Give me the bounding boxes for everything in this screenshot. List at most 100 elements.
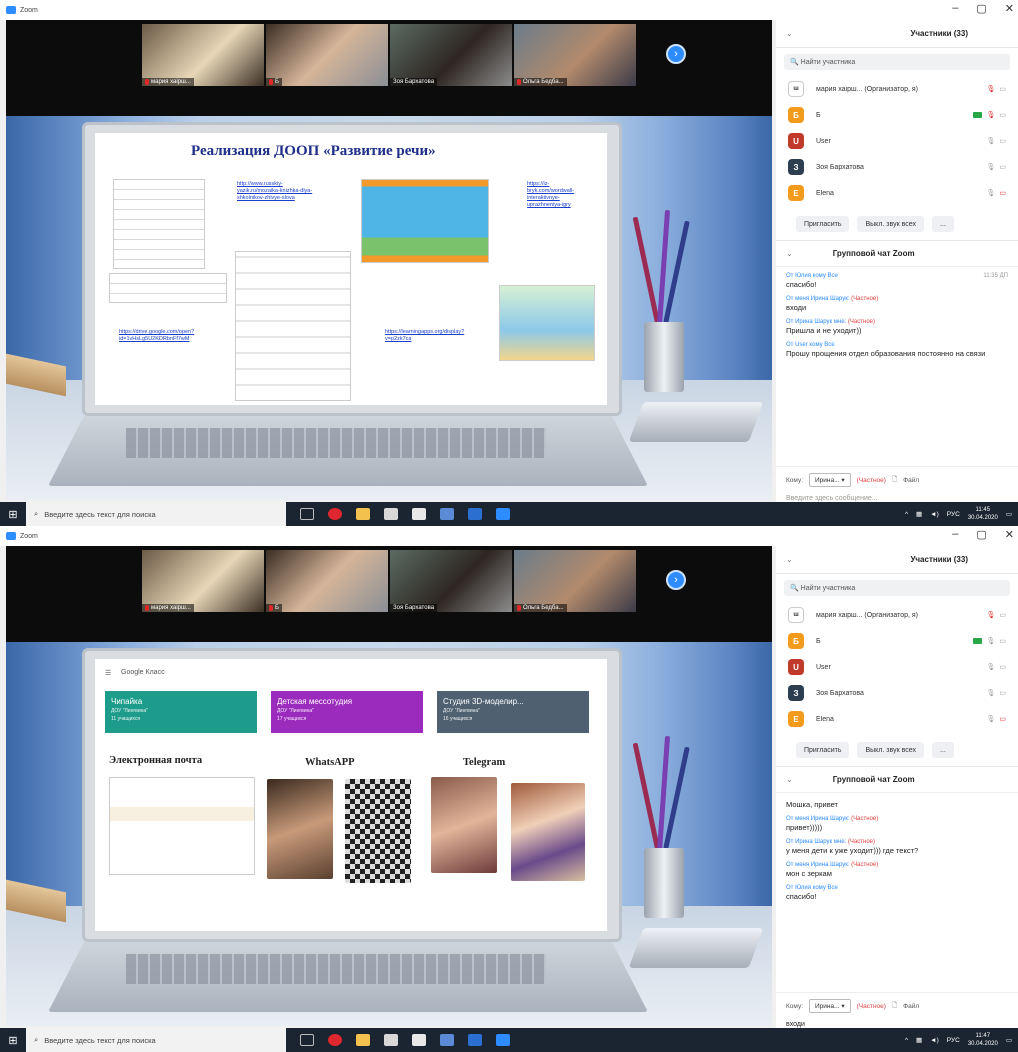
opera-icon[interactable] — [328, 508, 342, 520]
close-icon[interactable]: ✕ — [1005, 2, 1014, 15]
clock[interactable]: 11:47 30.04.2020 — [968, 1032, 998, 1048]
mic-icon[interactable]: 🎙 — [986, 163, 995, 171]
windows-start-icon[interactable]: ⊞ — [0, 1034, 26, 1047]
participant-row[interactable]: Б Б 🎙 ▭ — [776, 628, 1018, 654]
chevron-down-icon[interactable]: ⌄ — [786, 555, 793, 564]
video-tile[interactable]: Ольга Бедба... — [514, 550, 636, 612]
video-off-icon[interactable]: ▭ — [999, 715, 1006, 723]
participant-row[interactable]: ɯ мария хаірш... (Организатор, я) 🎙 ▭ — [776, 602, 1018, 628]
volume-icon[interactable]: ◄) — [930, 1037, 939, 1044]
opera-icon[interactable] — [328, 1034, 342, 1046]
video-tile[interactable]: Б — [266, 24, 388, 86]
file-icon[interactable]: 🗋 — [892, 1001, 897, 1012]
video-tile[interactable]: Б — [266, 550, 388, 612]
video-tile[interactable]: мария хаірш... — [142, 550, 264, 612]
mute-all-button[interactable]: Выкл. звук всех — [857, 742, 924, 758]
chevron-up-icon[interactable]: ^ — [905, 511, 908, 518]
participant-row[interactable]: З Зоя Бархатова 🎙 ▭ — [776, 154, 1018, 180]
clock[interactable]: 11:45 30.04.2020 — [968, 506, 998, 522]
video-tile[interactable]: Зоя Бархатова — [390, 550, 512, 612]
mic-muted-icon[interactable]: 🎙 — [986, 111, 995, 119]
media-icon[interactable] — [412, 508, 426, 520]
more-button[interactable]: ... — [931, 742, 954, 758]
video-off-icon[interactable]: ▭ — [999, 663, 1006, 671]
video-on-icon[interactable] — [973, 112, 983, 118]
chevron-down-icon[interactable]: ⌄ — [786, 775, 793, 784]
participant-row[interactable]: ɯ мария хаірш... (Организатор, я) 🎙 ▭ — [776, 76, 1018, 102]
app-icon[interactable] — [384, 1034, 398, 1046]
recipient-select[interactable]: Ирина... ▾ — [809, 473, 851, 487]
participant-row[interactable]: З Зоя Бархатова 🎙 ▭ — [776, 680, 1018, 706]
app-icon[interactable] — [440, 1034, 454, 1046]
store-icon[interactable] — [356, 1034, 370, 1046]
task-view-icon[interactable] — [300, 1034, 314, 1046]
slide-link[interactable]: http://www.russkiy-yazik.ru/mozaika-kniz… — [237, 181, 321, 202]
mute-all-button[interactable]: Выкл. звук всех — [857, 216, 924, 232]
chevron-down-icon[interactable]: ⌄ — [786, 29, 793, 38]
minimize-icon[interactable]: – — [952, 2, 958, 15]
mic-muted-icon[interactable]: 🎙 — [986, 85, 995, 93]
network-icon[interactable]: ▦ — [916, 1036, 922, 1044]
next-page-arrow-icon[interactable]: › — [666, 570, 686, 590]
media-icon[interactable] — [412, 1034, 426, 1046]
zoom-taskbar-icon[interactable] — [496, 508, 510, 520]
class-card[interactable]: Детская мессотудия ДОУ "Лингвина" 17 уча… — [271, 691, 423, 733]
mic-icon[interactable]: 🎙 — [986, 189, 995, 197]
mic-muted-icon[interactable]: 🎙 — [986, 611, 995, 619]
store-icon[interactable] — [356, 508, 370, 520]
participant-row[interactable]: E Elena 🎙 ▭ — [776, 180, 1018, 206]
video-off-icon[interactable]: ▭ — [999, 137, 1006, 145]
zoom-taskbar-icon[interactable] — [496, 1034, 510, 1046]
recipient-select[interactable]: Ирина... ▾ — [809, 999, 851, 1013]
chat-input[interactable]: Введите здесь сообщение... — [786, 495, 1008, 502]
more-button[interactable]: ... — [931, 216, 954, 232]
invite-button[interactable]: Пригласить — [796, 742, 850, 758]
video-off-icon[interactable]: ▭ — [999, 111, 1006, 119]
chevron-up-icon[interactable]: ^ — [905, 1037, 908, 1044]
file-button[interactable]: Файл — [903, 1003, 919, 1010]
word-icon[interactable] — [468, 1034, 482, 1046]
app-icon[interactable] — [440, 508, 454, 520]
language-indicator[interactable]: РУС — [947, 511, 960, 518]
slide-link[interactable]: https://drive.google.com/open?id=1vHsLg5… — [119, 329, 203, 343]
hamburger-menu-icon[interactable]: ☰ — [105, 669, 111, 677]
maximize-icon[interactable]: ▢ — [976, 528, 986, 541]
chat-input[interactable]: входи — [786, 1021, 1008, 1028]
mic-icon[interactable]: 🎙 — [986, 715, 995, 723]
video-off-icon[interactable]: ▭ — [999, 189, 1006, 197]
slide-link[interactable]: https://learningapps.org/display?v=p2zk7… — [385, 329, 469, 343]
notification-icon[interactable]: ▭ — [1006, 510, 1012, 518]
volume-icon[interactable]: ◄) — [930, 511, 939, 518]
task-view-icon[interactable] — [300, 508, 314, 520]
close-icon[interactable]: ✕ — [1005, 528, 1014, 541]
word-icon[interactable] — [468, 508, 482, 520]
slide-link[interactable]: https://iz-bryk.com/wordwall-interaktivn… — [527, 181, 581, 209]
invite-button[interactable]: Пригласить — [796, 216, 850, 232]
windows-start-icon[interactable]: ⊞ — [0, 508, 26, 521]
chevron-down-icon[interactable]: ⌄ — [786, 249, 793, 258]
app-icon[interactable] — [384, 508, 398, 520]
maximize-icon[interactable]: ▢ — [976, 2, 986, 15]
mic-icon[interactable]: 🎙 — [986, 689, 995, 697]
video-off-icon[interactable]: ▭ — [999, 689, 1006, 697]
video-on-icon[interactable] — [973, 638, 983, 644]
participant-row[interactable]: U User 🎙 ▭ — [776, 128, 1018, 154]
next-page-arrow-icon[interactable]: › — [666, 44, 686, 64]
video-tile[interactable]: мария хаірш... — [142, 24, 264, 86]
notification-icon[interactable]: ▭ — [1006, 1036, 1012, 1044]
class-card[interactable]: Студия 3D-моделир... ДОУ "Лингвина" 16 у… — [437, 691, 589, 733]
mic-icon[interactable]: 🎙 — [986, 637, 995, 645]
video-tile[interactable]: Ольга Бедба... — [514, 24, 636, 86]
taskbar-search-input[interactable]: ⌕ Введите здесь текст для поиска — [26, 502, 286, 526]
file-button[interactable]: Файл — [903, 477, 919, 484]
video-off-icon[interactable]: ▭ — [999, 637, 1006, 645]
video-tile[interactable]: Зоя Бархатова — [390, 24, 512, 86]
participant-row[interactable]: Б Б 🎙 ▭ — [776, 102, 1018, 128]
network-icon[interactable]: ▦ — [916, 510, 922, 518]
video-off-icon[interactable]: ▭ — [999, 85, 1006, 93]
minimize-icon[interactable]: – — [952, 528, 958, 541]
file-icon[interactable]: 🗋 — [892, 475, 897, 486]
participant-search-input[interactable]: 🔍 Найти участника — [784, 580, 1010, 596]
participant-search-input[interactable]: 🔍 Найти участника — [784, 54, 1010, 70]
class-card[interactable]: Чипайка ДОУ "Лингвина" 11 учащихся — [105, 691, 257, 733]
